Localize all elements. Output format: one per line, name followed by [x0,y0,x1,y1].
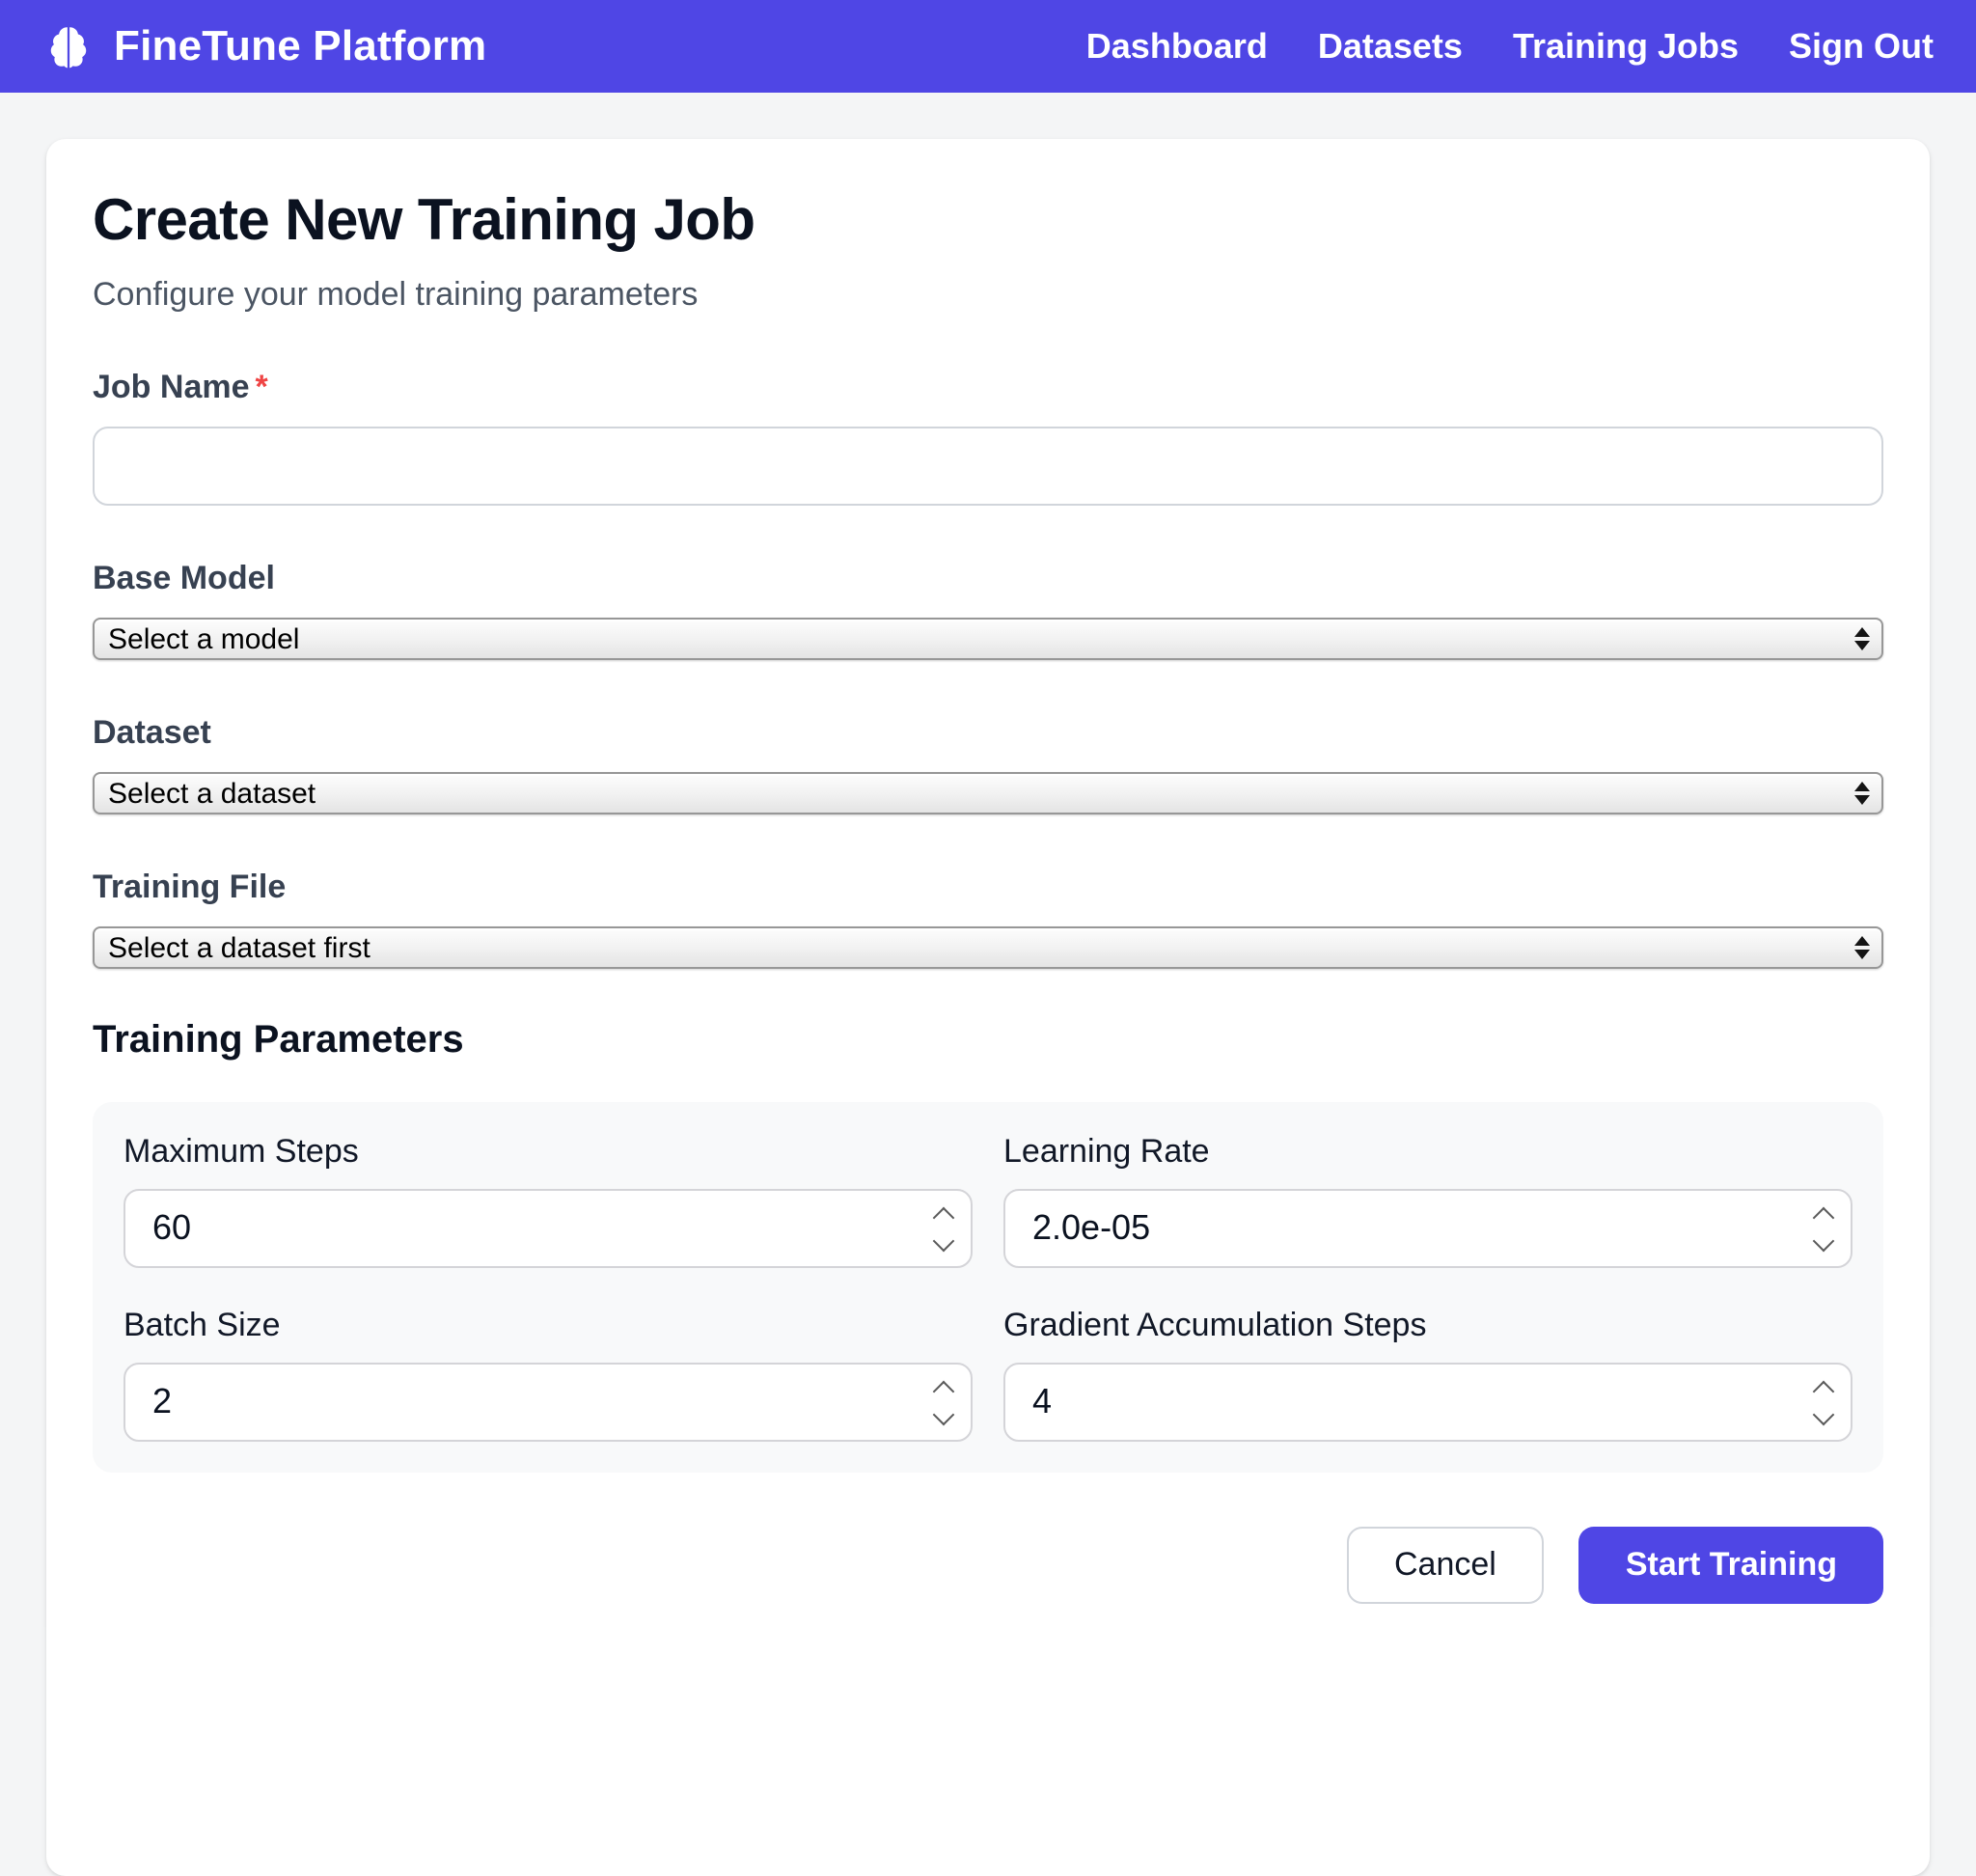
brand-home-link[interactable]: FineTune Platform [42,20,486,72]
training-file-select[interactable]: Select a dataset first [93,926,1883,969]
job-name-label: Job Name* [93,369,1883,407]
nav-item-training-jobs[interactable]: Training Jobs [1513,26,1739,67]
start-training-button[interactable]: Start Training [1579,1527,1883,1604]
batch-size-input[interactable] [124,1363,973,1442]
learning-rate-label: Learning Rate [1003,1133,1852,1172]
learning-rate-input[interactable] [1003,1189,1852,1268]
maximum-steps-input[interactable] [124,1189,973,1268]
job-name-field: Job Name* [93,369,1883,506]
dataset-field: Dataset Select a dataset [93,714,1883,814]
maximum-steps-field: Maximum Steps [124,1133,973,1268]
batch-size-label: Batch Size [124,1307,973,1345]
training-file-field: Training File Select a dataset first [93,869,1883,969]
training-parameters-panel: Maximum Steps Learning Rate Batch Size G… [93,1102,1883,1473]
number-stepper-icon[interactable] [928,1377,959,1427]
gradient-accumulation-steps-label: Gradient Accumulation Steps [1003,1307,1852,1345]
number-stepper-icon[interactable] [928,1203,959,1254]
base-model-label: Base Model [93,560,1883,598]
form-actions: Cancel Start Training [93,1527,1883,1604]
number-stepper-icon[interactable] [1808,1377,1839,1427]
base-model-select[interactable]: Select a model [93,618,1883,660]
nav-links: Dashboard Datasets Training Jobs Sign Ou… [1086,26,1934,67]
job-name-input[interactable] [93,427,1883,506]
gradient-accumulation-steps-input[interactable] [1003,1363,1852,1442]
training-parameters-heading: Training Parameters [93,1019,1883,1063]
brand-title: FineTune Platform [114,21,486,71]
maximum-steps-label: Maximum Steps [124,1133,973,1172]
batch-size-field: Batch Size [124,1307,973,1442]
dataset-label: Dataset [93,714,1883,753]
brain-icon [42,20,95,72]
create-training-job-card: Create New Training Job Configure your m… [46,139,1930,1876]
required-marker: * [256,369,268,405]
page-subtitle: Configure your model training parameters [93,276,1883,315]
base-model-field: Base Model Select a model [93,560,1883,660]
cancel-button[interactable]: Cancel [1346,1527,1545,1604]
gradient-accumulation-steps-field: Gradient Accumulation Steps [1003,1307,1852,1442]
top-navbar: FineTune Platform Dashboard Datasets Tra… [0,0,1976,93]
nav-item-sign-out[interactable]: Sign Out [1789,26,1934,67]
dataset-select[interactable]: Select a dataset [93,772,1883,814]
learning-rate-field: Learning Rate [1003,1133,1852,1268]
training-file-label: Training File [93,869,1883,907]
nav-item-datasets[interactable]: Datasets [1318,26,1463,67]
number-stepper-icon[interactable] [1808,1203,1839,1254]
page-title: Create New Training Job [93,189,1883,255]
nav-item-dashboard[interactable]: Dashboard [1086,26,1268,67]
